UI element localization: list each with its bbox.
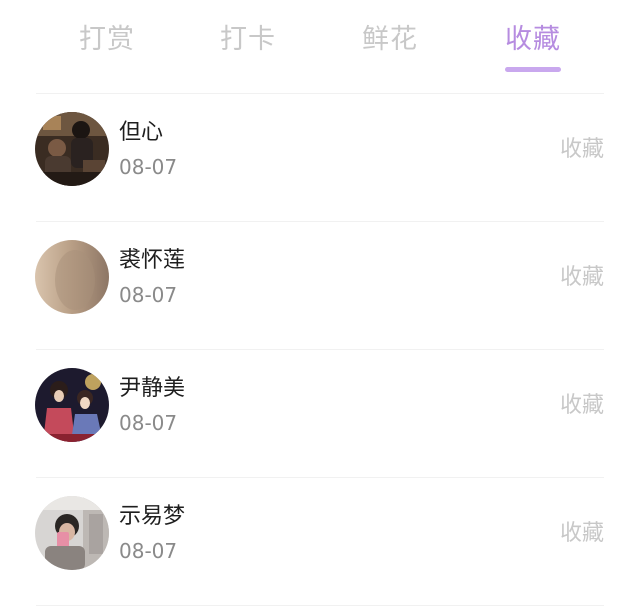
user-name: 尹静美 — [119, 376, 186, 401]
user-name: 但心 — [119, 120, 164, 145]
tab-favorites[interactable]: 收藏 — [493, 22, 573, 58]
photo-avatar-icon[interactable] — [35, 112, 109, 186]
tab-reward[interactable]: 打赏 — [67, 22, 147, 58]
active-tab-indicator — [505, 67, 561, 72]
favorite-label[interactable]: 收藏 — [560, 391, 604, 421]
list-item: 但心 08-07 收藏 — [0, 94, 640, 222]
item-date: 08-07 — [119, 283, 178, 307]
tab-bar: 打赏 打卡 鲜花 收藏 — [0, 0, 640, 80]
list-item: 示易梦 08-07 收藏 — [0, 478, 640, 606]
list-item: 裘怀莲 08-07 收藏 — [0, 222, 640, 350]
user-name: 裘怀莲 — [119, 248, 186, 273]
tab-flowers[interactable]: 鲜花 — [350, 22, 430, 58]
list-item: 尹静美 08-07 收藏 — [0, 350, 640, 478]
favorite-label[interactable]: 收藏 — [560, 135, 604, 165]
favorite-label[interactable]: 收藏 — [560, 519, 604, 549]
item-date: 08-07 — [119, 155, 178, 179]
selfie-avatar-icon[interactable] — [35, 496, 109, 570]
item-date: 08-07 — [119, 411, 178, 435]
blurred-avatar-icon[interactable] — [35, 240, 109, 314]
user-list: 但心 08-07 收藏 裘怀莲 08-07 收藏 尹静美 08-07 收藏 示易… — [0, 94, 640, 606]
user-name: 示易梦 — [119, 504, 186, 529]
item-date: 08-07 — [119, 539, 178, 563]
illustration-avatar-icon[interactable] — [35, 368, 109, 442]
favorite-label[interactable]: 收藏 — [560, 263, 604, 293]
tab-checkin[interactable]: 打卡 — [208, 22, 288, 58]
divider — [36, 605, 604, 606]
